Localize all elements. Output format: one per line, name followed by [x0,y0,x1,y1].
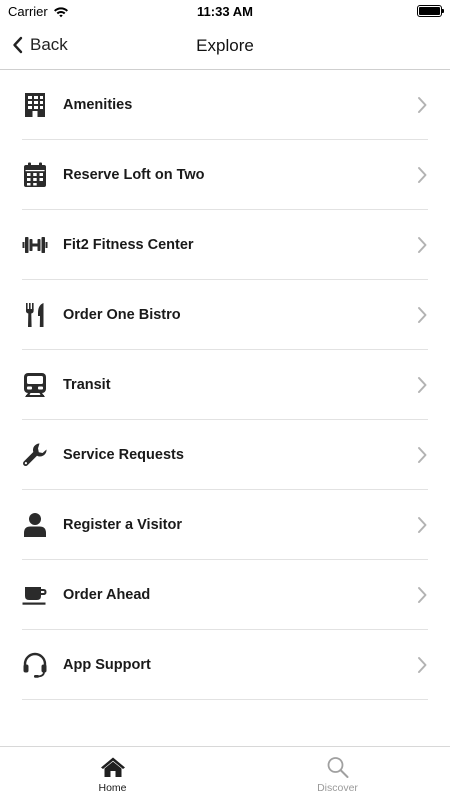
chevron-right-icon [418,517,427,533]
navigation-bar: Back Explore [0,24,450,70]
menu-item-label: Fit2 Fitness Center [63,236,194,253]
menu-item-label: Reserve Loft on Two [63,166,205,183]
menu-item-register-visitor[interactable]: Register a Visitor [22,490,428,560]
building-icon [22,92,48,118]
explore-menu-list: Amenities Reserve Loft on Two Fit2 Fitne… [0,70,450,700]
menu-item-label: Service Requests [63,446,184,463]
chevron-right-icon [418,167,427,183]
calendar-icon [22,162,48,188]
chevron-right-icon [418,237,427,253]
chevron-right-icon [418,447,427,463]
utensils-icon [22,302,48,328]
tab-discover[interactable]: Discover [225,747,450,800]
wrench-icon [22,442,48,468]
tab-home[interactable]: Home [0,747,225,800]
menu-item-transit[interactable]: Transit [22,350,428,420]
menu-item-fitness-center[interactable]: Fit2 Fitness Center [22,210,428,280]
home-icon [100,757,125,777]
status-bar: Carrier 11:33 AM [0,0,450,24]
chevron-right-icon [418,377,427,393]
menu-item-app-support[interactable]: App Support [22,630,428,700]
tab-label: Home [98,782,127,794]
page-title: Explore [196,36,254,55]
menu-item-label: Register a Visitor [63,516,183,533]
status-time: 11:33 AM [197,4,253,19]
menu-item-service-requests[interactable]: Service Requests [22,420,428,490]
menu-item-label: Amenities [63,96,133,113]
train-icon [22,372,48,398]
menu-item-order-ahead[interactable]: Order Ahead [22,560,428,630]
user-icon [22,512,48,538]
tab-label: Discover [317,782,358,794]
menu-item-reserve-loft[interactable]: Reserve Loft on Two [22,140,428,210]
coffee-cup-icon [22,582,48,608]
dumbbell-icon [22,232,48,258]
menu-item-label: Order Ahead [63,586,151,603]
chevron-right-icon [418,307,427,323]
headset-icon [22,652,48,678]
chevron-right-icon [418,587,427,603]
menu-item-amenities[interactable]: Amenities [22,70,428,140]
chevron-right-icon [418,657,427,673]
battery-icon [417,5,444,17]
search-icon [327,757,348,778]
menu-item-order-bistro[interactable]: Order One Bistro [22,280,428,350]
tab-bar: Home Discover [0,746,450,800]
chevron-right-icon [418,97,427,113]
menu-item-label: Transit [63,376,111,393]
menu-item-label: App Support [63,656,151,673]
menu-item-label: Order One Bistro [63,306,181,323]
